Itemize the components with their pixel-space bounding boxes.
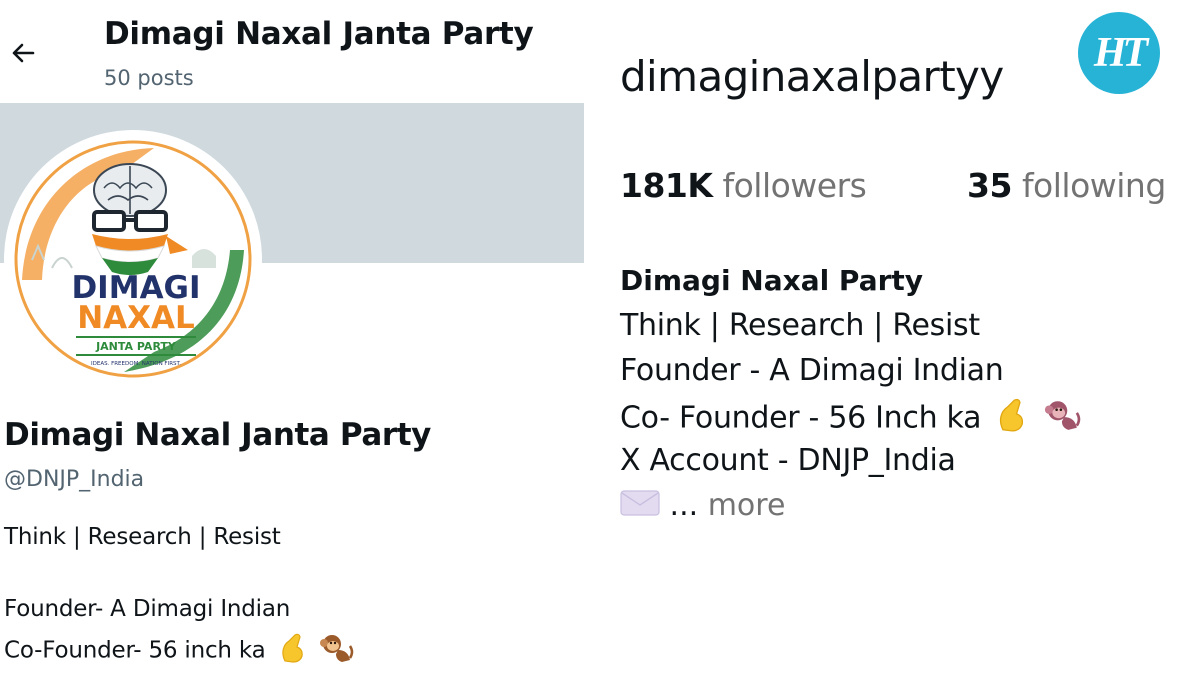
bio-more-link[interactable]: more [708,488,786,523]
profile-avatar[interactable]: DIMAGI NAXAL JANTA PARTY IDEAS. FREEDOM.… [4,130,262,388]
ht-logo-text: HT [1093,30,1148,76]
instagram-bio-name: Dimagi Naxal Party [620,264,924,297]
monkey-emoji-icon [1044,398,1082,440]
username-handle: @DNJP_India [4,467,145,492]
envelope-emoji-icon [620,489,660,524]
bio-more-row: ... more [620,488,785,524]
following-count: 35 [967,166,1012,205]
instagram-username: dimaginaxalpartyy [620,52,1004,101]
svg-text:NAXAL: NAXAL [77,300,195,336]
ht-watermark-logo: HT [1078,12,1160,94]
x-profile-panel: Dimagi Naxal Janta Party 50 posts DIMAGI… [0,0,584,675]
x-profile-header: Dimagi Naxal Janta Party 50 posts [0,0,584,103]
pinched-fingers-emoji-icon [279,633,307,669]
posts-count: 50 posts [104,66,194,90]
header-title: Dimagi Naxal Janta Party [104,16,534,52]
instagram-profile-panel: dimaginaxalpartyy 181K followers 35 foll… [584,0,1200,675]
bio-ellipsis: ... [669,488,699,523]
instagram-bio-line-3-row: Co- Founder - 56 Inch ka [620,398,1082,440]
following-stat[interactable]: 35 following [967,166,1166,205]
instagram-bio-line-2: Founder - A Dimagi Indian [620,353,1004,388]
bio-line-1: Think | Research | Resist [4,524,281,550]
following-label: following [1021,166,1166,205]
bio-line-3: Co-Founder- 56 inch ka [4,637,266,664]
bio-line-3-row: Co-Founder- 56 inch ka [4,632,354,670]
bio-line-2: Founder- A Dimagi Indian [4,596,291,622]
followers-label: followers [722,166,867,205]
followers-count: 181K [620,166,713,205]
brain-icon [93,163,167,217]
instagram-bio-line-1: Think | Research | Resist [620,308,980,343]
svg-text:IDEAS. FREEDOM. NATION FIRST.: IDEAS. FREEDOM. NATION FIRST. [91,361,181,367]
instagram-bio-line-4: X Account - DNJP_India [620,443,956,478]
back-arrow-icon[interactable] [6,36,40,70]
monkey-emoji-icon [319,632,354,670]
display-name: Dimagi Naxal Janta Party [4,417,431,453]
svg-text:JANTA PARTY: JANTA PARTY [95,340,177,353]
instagram-bio-line-3: Co- Founder - 56 Inch ka [620,400,982,436]
followers-stat[interactable]: 181K followers [620,166,867,205]
pinched-fingers-emoji-icon [996,398,1028,440]
